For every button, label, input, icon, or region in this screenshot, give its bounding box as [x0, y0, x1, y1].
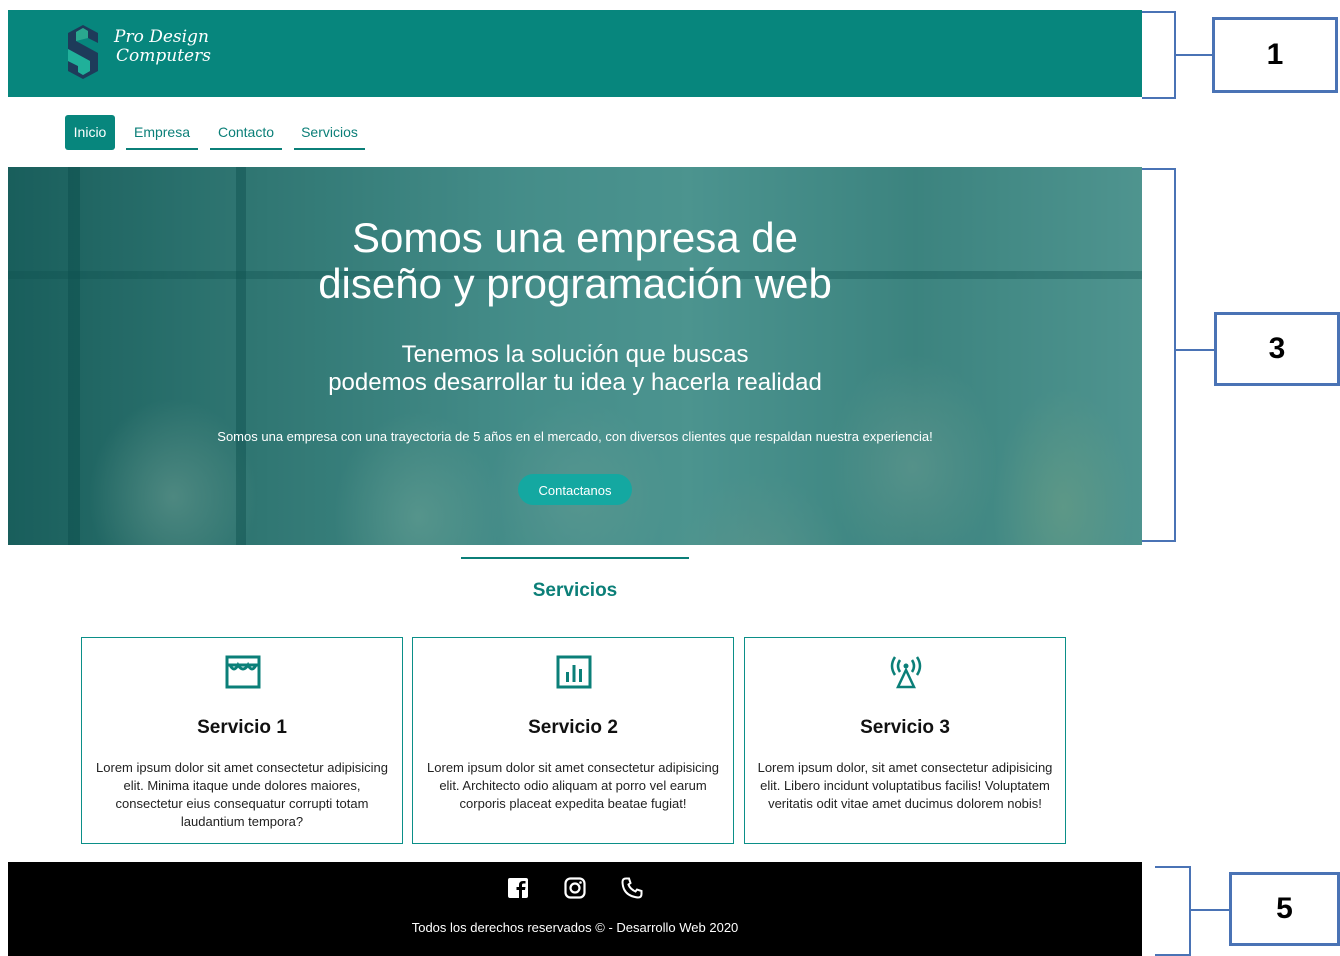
- service-card-title: Servicio 1: [197, 717, 287, 738]
- annotation-label-1: 1: [1212, 17, 1338, 93]
- logo-text[interactable]: Pro Design Computers: [114, 28, 211, 66]
- contact-button[interactable]: Contactanos: [518, 474, 632, 505]
- nav-item-empresa[interactable]: Empresa: [126, 115, 198, 150]
- hero-subtitle-line-1: Tenemos la solución que buscas: [401, 341, 749, 368]
- hero-subtitle-line-2: podemos desarrollar tu idea y hacerla re…: [328, 369, 822, 396]
- section-divider: [461, 557, 689, 559]
- service-card-text: Lorem ipsum dolor sit amet consectetur a…: [96, 760, 388, 829]
- annotation-label-5: 5: [1229, 872, 1340, 946]
- hero-title-line-1: Somos una empresa de: [352, 214, 798, 261]
- site-footer: Todos los derechos reservados © - Desarr…: [8, 862, 1142, 956]
- annotation-connector-5: [1191, 909, 1231, 911]
- footer-copyright: Todos los derechos reservados © - Desarr…: [411, 920, 739, 935]
- instagram-icon[interactable]: [563, 876, 587, 900]
- hero-subtitle: Tenemos la solución que buscas podemos d…: [8, 341, 1142, 397]
- phone-icon[interactable]: [620, 876, 644, 900]
- annotation-connector-3: [1176, 349, 1215, 351]
- site-header: Pro Design Computers: [8, 10, 1142, 97]
- nav-item-contacto[interactable]: Contacto: [210, 115, 282, 150]
- hero-title: Somos una empresa de diseño y programaci…: [8, 215, 1142, 307]
- service-card-text: Lorem ipsum dolor, sit amet consectetur …: [757, 760, 1053, 811]
- service-card-1: Servicio 1 Lorem ipsum dolor sit amet co…: [81, 637, 403, 844]
- hero-banner: Somos una empresa de diseño y programaci…: [8, 167, 1142, 545]
- logo-line-1: Pro Design: [114, 27, 209, 47]
- hero-description: Somos una empresa con una trayectoria de…: [217, 429, 933, 444]
- services-title: Servicios: [532, 580, 618, 601]
- annotation-bracket-1: [1142, 11, 1176, 99]
- nav-item-servicios[interactable]: Servicios: [294, 115, 365, 150]
- nav-item-inicio[interactable]: Inicio: [65, 115, 115, 150]
- annotation-bracket-5: [1155, 866, 1191, 956]
- facebook-icon[interactable]: [506, 876, 530, 900]
- service-card-title: Servicio 2: [528, 717, 618, 738]
- service-card-3: Servicio 3 Lorem ipsum dolor, sit amet c…: [744, 637, 1066, 844]
- service-card-title: Servicio 3: [860, 717, 950, 738]
- annotation-bracket-3: [1142, 168, 1176, 542]
- annotation-connector-1: [1176, 54, 1213, 56]
- hero-title-line-2: diseño y programación web: [318, 260, 832, 307]
- logo-icon[interactable]: [64, 23, 102, 81]
- store-icon: [225, 655, 261, 689]
- chart-icon: [556, 655, 592, 689]
- logo-line-2: Computers: [116, 46, 211, 66]
- service-card-2: Servicio 2 Lorem ipsum dolor sit amet co…: [412, 637, 734, 844]
- antenna-icon: [890, 656, 922, 689]
- annotation-label-3: 3: [1214, 312, 1340, 386]
- service-card-text: Lorem ipsum dolor sit amet consectetur a…: [427, 760, 719, 811]
